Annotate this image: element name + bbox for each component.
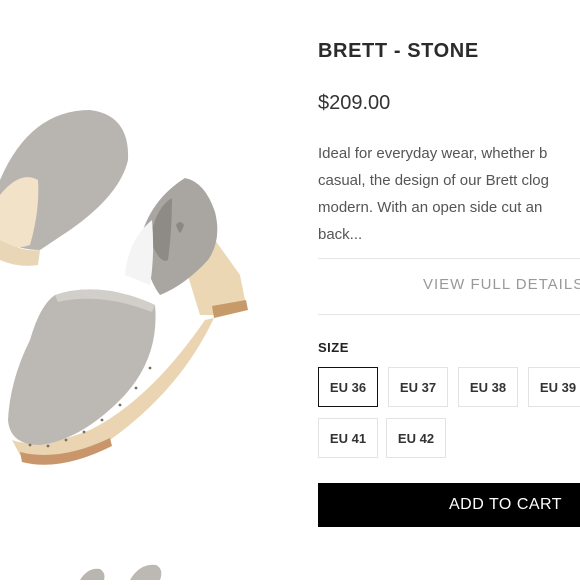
divider	[318, 314, 580, 315]
divider	[318, 258, 580, 259]
back-clog	[0, 110, 129, 266]
thumbnail-clog-2	[130, 564, 162, 580]
product-price: $209.00	[318, 92, 391, 114]
product-info: BRETT - STONE $209.00 Ideal for everyday…	[318, 0, 580, 580]
add-to-cart-button[interactable]: ADD TO CART	[318, 483, 580, 527]
product-title: BRETT - STONE	[318, 40, 479, 62]
size-option-eu-38[interactable]: EU 38	[458, 367, 518, 407]
size-option-eu-39[interactable]: EU 39	[528, 367, 580, 407]
description-line: back...	[318, 226, 363, 243]
description-line: Ideal for everyday wear, whether b	[318, 145, 548, 162]
size-option-eu-41[interactable]: EU 41	[318, 418, 378, 458]
size-option-eu-42[interactable]: EU 42	[386, 418, 446, 458]
size-option-eu-37[interactable]: EU 37	[388, 367, 448, 407]
size-label: SIZE	[318, 340, 349, 355]
thumbnail-clog-1	[80, 568, 105, 580]
product-description: Ideal for everyday wear, whether b casua…	[318, 140, 580, 248]
view-full-details-link[interactable]: VIEW FULL DETAILS	[423, 276, 580, 293]
product-image[interactable]	[0, 100, 270, 480]
description-line: modern. With an open side cut an	[318, 199, 543, 216]
size-option-eu-36[interactable]: EU 36	[318, 367, 378, 407]
thumbnail-strip[interactable]	[60, 555, 190, 580]
description-line: casual, the design of our Brett clog	[318, 172, 549, 189]
